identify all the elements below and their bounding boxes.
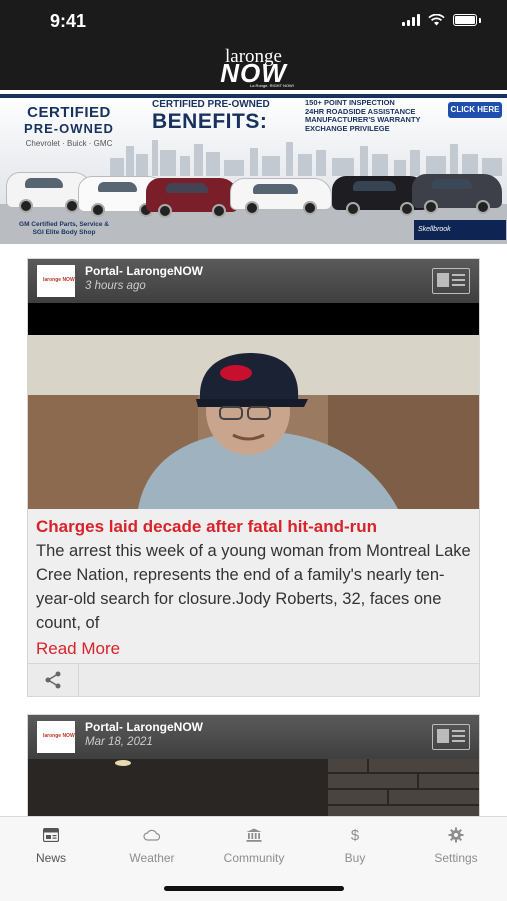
share-icon [45, 671, 61, 689]
ad-car [146, 178, 238, 218]
card-header: laronge NOW Portal- LarongeNOW 3 hours a… [28, 259, 479, 303]
post-time: Mar 18, 2021 [85, 736, 153, 748]
tab-news[interactable]: News [11, 825, 91, 865]
tab-buy[interactable]: $ Buy [315, 825, 395, 866]
ad-car [412, 174, 502, 214]
ad-benefits-list: 150+ POINT INSPECTION 24HR ROADSIDE ASSI… [305, 98, 421, 133]
news-card[interactable]: laronge NOW Portal- LarongeNOW 3 hours a… [27, 258, 480, 697]
ad-car [230, 178, 332, 215]
logo-tagline: La Ronge. RIGHT NOW! [250, 83, 294, 88]
tab-settings-label: Settings [434, 851, 478, 865]
card-header: laronge NOW Portal- LarongeNOW Mar 18, 2… [28, 715, 479, 759]
ad-certified-line2: PRE-OWNED [24, 121, 114, 136]
card-footer [28, 663, 479, 696]
ad-footer-line1: GM Certified Parts, Service & [19, 221, 109, 228]
news-feed[interactable]: laronge NOW Portal- LarongeNOW 3 hours a… [0, 246, 507, 816]
wifi-icon [428, 14, 445, 26]
app-header: laronge NOW La Ronge. RIGHT NOW! [0, 44, 507, 90]
photo-of-room [28, 759, 479, 816]
ad-headline-big: BENEFITS: [152, 110, 268, 133]
post-image[interactable] [28, 303, 479, 509]
source-logo: laronge NOW [37, 721, 75, 753]
tab-weather-label: Weather [129, 851, 175, 865]
signal-icon [402, 14, 420, 26]
ad-benefit: EXCHANGE PRIVILEGE [305, 123, 390, 133]
source-name[interactable]: Portal- LarongeNOW [85, 720, 203, 734]
dollar-icon: $ [350, 826, 360, 844]
ad-certified-line1: CERTIFIED [27, 104, 111, 121]
ad-headline-small: CERTIFIED PRE-OWNED [152, 99, 270, 110]
tab-weather[interactable]: Weather [112, 825, 192, 865]
read-more-link[interactable]: Read More [28, 635, 479, 663]
ad-dealer-logo: Skellbrook [414, 220, 506, 240]
news-card[interactable]: laronge NOW Portal- LarongeNOW Mar 18, 2… [27, 714, 480, 816]
source-logo: laronge NOW [37, 265, 75, 297]
ad-footer-line2: SGI Elite Body Shop [32, 229, 96, 236]
post-time: 3 hours ago [85, 280, 146, 292]
article-icon [432, 268, 470, 294]
tab-buy-label: Buy [344, 851, 366, 865]
status-icons [402, 14, 481, 26]
cloud-icon [143, 829, 161, 841]
tab-settings[interactable]: Settings [416, 825, 496, 865]
ad-click-here-button[interactable]: CLICK HERE [448, 102, 502, 118]
battery-tip [479, 17, 481, 23]
status-time: 9:41 [50, 11, 87, 31]
article-icon [432, 724, 470, 750]
share-button[interactable] [28, 664, 79, 696]
tab-community-label: Community [223, 851, 285, 865]
news-icon [43, 828, 59, 842]
ad-footer-text: GM Certified Parts, Service & SGI Elite … [4, 221, 124, 237]
bank-icon [246, 828, 262, 842]
tab-news-label: News [35, 851, 66, 865]
status-bar: 9:41 [0, 0, 507, 44]
source-name[interactable]: Portal- LarongeNOW [85, 264, 203, 278]
post-image[interactable] [28, 759, 479, 816]
post-excerpt: The arrest this week of a young woman fr… [36, 542, 471, 632]
ad-banner[interactable]: CERTIFIED PRE-OWNED Chevrolet · Buick · … [0, 94, 507, 244]
photo-of-person [28, 303, 479, 509]
ad-headline: CERTIFIED PRE-OWNED BENEFITS: [152, 99, 302, 134]
ad-skyline-image [110, 140, 502, 176]
home-indicator[interactable] [164, 886, 344, 891]
tab-community[interactable]: Community [214, 825, 294, 865]
gear-icon [448, 827, 464, 843]
post-title[interactable]: Charges laid decade after fatal hit-and-… [28, 509, 479, 537]
battery-icon [453, 14, 477, 26]
ad-top-strip [0, 94, 507, 98]
